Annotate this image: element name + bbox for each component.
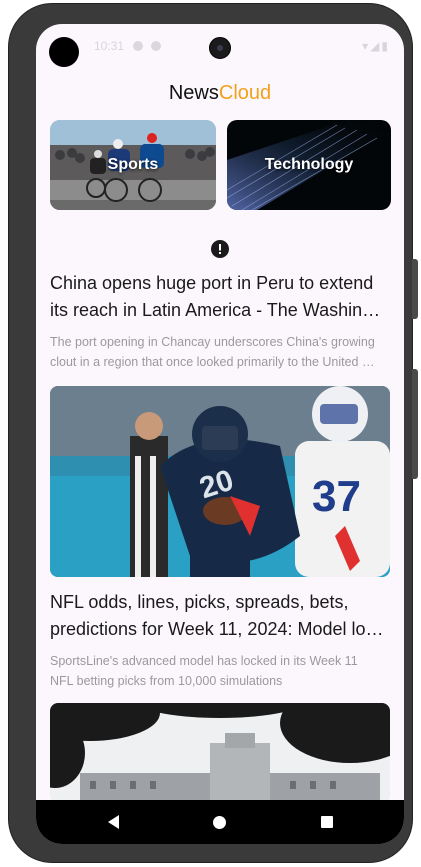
football-photo: 37 20 bbox=[50, 386, 390, 577]
status-time: 10:31 bbox=[94, 39, 125, 53]
wifi-battery-icon: ▾◢▮ bbox=[362, 39, 390, 53]
phone-frame: 10:31 ▾◢▮ NewsCloud Sports Technology Ch… bbox=[8, 3, 418, 863]
recents-icon[interactable] bbox=[321, 816, 333, 828]
category-label: Sports bbox=[107, 156, 159, 173]
article-title: its reach in Latin America - The Washin… bbox=[50, 300, 381, 320]
status-bar: 10:31 ▾◢▮ bbox=[36, 24, 404, 70]
system-nav-bar bbox=[36, 800, 404, 844]
screen: 10:31 ▾◢▮ NewsCloud Sports Technology Ch… bbox=[36, 24, 404, 844]
article-card[interactable] bbox=[50, 703, 390, 803]
app-title-prefix: News bbox=[168, 82, 219, 104]
article-description: SportsLine's advanced model has locked i… bbox=[50, 654, 358, 668]
building-photo bbox=[50, 703, 390, 803]
svg-text:37: 37 bbox=[312, 472, 361, 521]
article-image bbox=[50, 703, 390, 803]
article-card[interactable]: 37 20 NFL odds, lines, picks, spreads, b… bbox=[50, 386, 390, 691]
article-image: 37 20 bbox=[50, 386, 390, 577]
home-icon[interactable] bbox=[213, 816, 226, 829]
category-label: Technology bbox=[264, 156, 354, 173]
category-card-sports[interactable]: Sports bbox=[50, 120, 216, 210]
app-title: NewsCloud bbox=[36, 82, 404, 105]
article-description: The port opening in Chancay underscores … bbox=[50, 335, 375, 349]
back-icon[interactable] bbox=[107, 815, 121, 829]
notification-icon bbox=[151, 41, 161, 51]
volume-button bbox=[412, 259, 418, 319]
category-card-technology[interactable]: Technology bbox=[227, 120, 391, 210]
notification-icon bbox=[133, 41, 143, 51]
article-card[interactable]: China opens huge port in Peru to extend … bbox=[50, 270, 390, 372]
front-camera bbox=[209, 37, 231, 59]
error-exclamation-icon bbox=[211, 240, 229, 258]
article-description: NFL betting picks from 10,000 simulation… bbox=[50, 674, 283, 688]
app-title-accent: Cloud bbox=[218, 82, 272, 104]
power-button bbox=[412, 369, 418, 479]
article-description: clout in a region that once looked prima… bbox=[50, 355, 375, 369]
article-title: NFL odds, lines, picks, spreads, bets, bbox=[50, 592, 349, 612]
article-title: predictions for Week 11, 2024: Model lo… bbox=[50, 619, 384, 639]
article-title: China opens huge port in Peru to extend bbox=[50, 273, 374, 293]
camera-cutout bbox=[49, 37, 79, 67]
